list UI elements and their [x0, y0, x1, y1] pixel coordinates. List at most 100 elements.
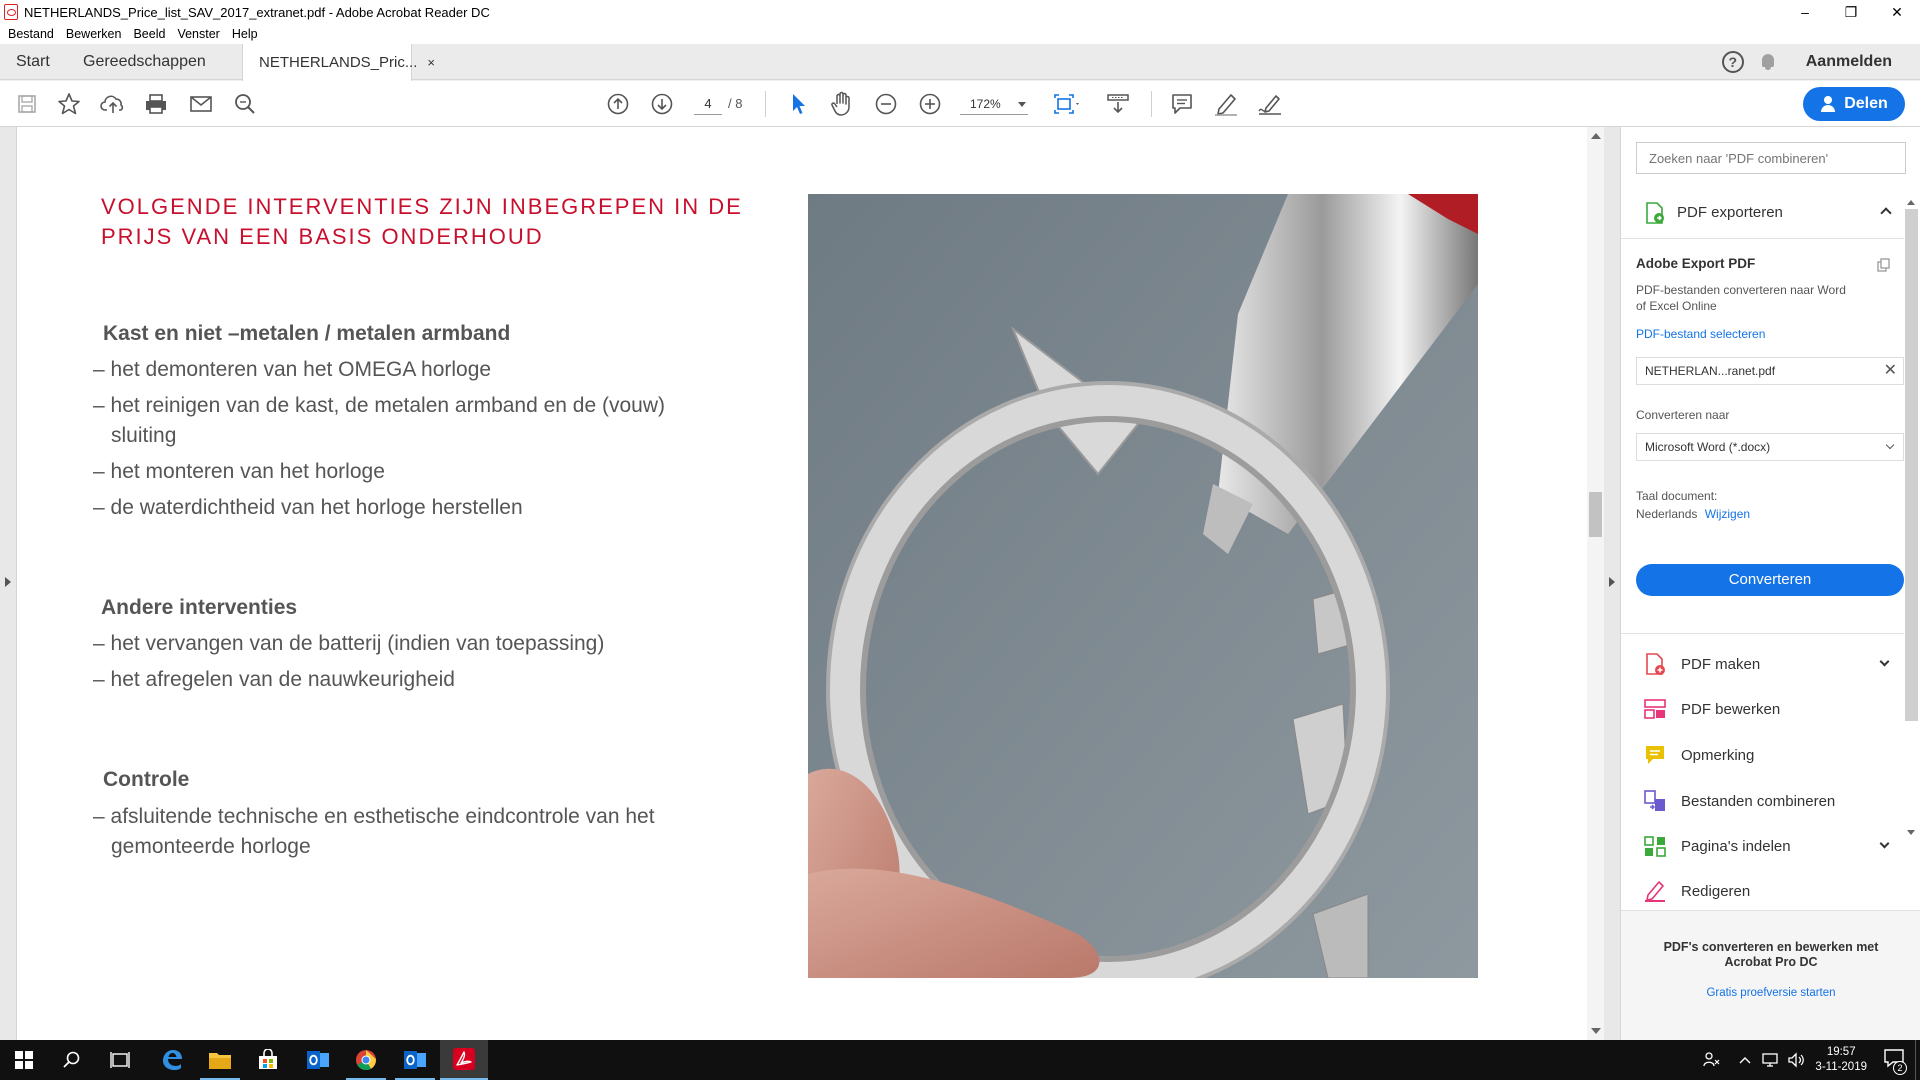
free-trial-link[interactable]: Gratis proefversie starten [1641, 987, 1901, 999]
show-desktop-button[interactable] [1915, 1040, 1920, 1080]
export-pdf-header[interactable]: PDF exporteren [1621, 187, 1904, 239]
scroll-down-icon[interactable] [1591, 1028, 1601, 1034]
bookmark-star-icon[interactable] [54, 81, 84, 127]
change-language-link[interactable]: Wijzigen [1705, 507, 1750, 521]
scroll-mode-icon[interactable] [1101, 81, 1135, 127]
menu-help[interactable]: Help [232, 27, 258, 41]
redact-icon [1645, 881, 1665, 902]
comment-icon[interactable] [1167, 81, 1197, 127]
list-item: – de waterdichtheid van het horloge hers… [93, 496, 523, 519]
tab-tools[interactable]: Gereedschappen [83, 44, 206, 80]
menu-file[interactable]: Bestand [8, 27, 54, 41]
tools-pane-scrollbar[interactable] [1904, 197, 1919, 837]
previous-page-icon[interactable] [603, 81, 633, 127]
chevron-up-icon[interactable] [1739, 1055, 1751, 1065]
outlook-icon[interactable] [294, 1040, 342, 1080]
left-pane-toggle[interactable] [0, 127, 16, 1040]
windows-taskbar: 19:57 3-11-2019 2 [0, 1040, 1920, 1080]
clear-file-icon[interactable]: ✕ [1884, 358, 1897, 384]
scrollbar-thumb[interactable] [1905, 209, 1918, 721]
export-pdf-icon [1646, 201, 1664, 224]
menu-edit[interactable]: Bewerken [66, 27, 122, 41]
scrollbar-thumb[interactable] [1589, 492, 1602, 537]
people-icon[interactable] [1703, 1051, 1721, 1069]
save-icon[interactable] [12, 81, 42, 127]
export-description: of Excel Online [1636, 299, 1717, 313]
file-explorer-icon[interactable] [196, 1040, 244, 1080]
select-file-link[interactable]: PDF-bestand selecteren [1636, 327, 1765, 341]
right-pane-toggle[interactable] [1604, 127, 1620, 1040]
zoom-in-icon[interactable] [915, 81, 945, 127]
tool-organize-pages[interactable]: Pagina's indelen [1621, 828, 1904, 864]
copy-icon[interactable] [1877, 258, 1891, 277]
tools-search-input[interactable] [1636, 142, 1906, 174]
zoom-out-icon[interactable] [871, 81, 901, 127]
store-icon[interactable] [244, 1040, 292, 1080]
acrobat-taskbar-icon[interactable] [440, 1040, 488, 1080]
zoom-level-select[interactable]: 172% [960, 93, 1028, 115]
maximize-button[interactable]: ❐ [1828, 0, 1874, 24]
tool-label: Bestanden combineren [1681, 792, 1836, 810]
page-fit-icon[interactable] [1050, 81, 1084, 127]
toolbar-divider [1151, 91, 1152, 117]
export-title: Adobe Export PDF [1636, 256, 1756, 271]
share-button-label: Delen [1844, 95, 1888, 112]
menu-view[interactable]: Beeld [133, 27, 165, 41]
page-number-input[interactable]: 4 [694, 93, 722, 115]
network-icon[interactable] [1761, 1052, 1779, 1068]
help-icon[interactable]: ? [1721, 51, 1744, 73]
action-center-icon[interactable]: 2 [1883, 1048, 1907, 1075]
convert-format-select[interactable]: Microsoft Word (*.docx) [1636, 433, 1904, 461]
taskbar-clock[interactable]: 19:57 3-11-2019 [1815, 1045, 1867, 1075]
tool-label: Opmerking [1681, 746, 1755, 764]
document-scrollbar[interactable] [1587, 127, 1604, 1040]
outlook-running-icon[interactable] [391, 1040, 439, 1080]
select-cursor-icon[interactable] [783, 81, 813, 127]
scroll-up-icon[interactable] [1591, 133, 1601, 139]
notification-bell-icon[interactable] [1760, 53, 1776, 71]
convert-button[interactable]: Converteren [1636, 564, 1904, 596]
highlight-pen-icon[interactable] [1211, 81, 1241, 127]
close-window-button[interactable]: ✕ [1874, 0, 1920, 24]
tab-close-icon[interactable]: × [427, 55, 435, 70]
tool-edit-pdf[interactable]: PDF bewerken [1621, 691, 1904, 727]
tool-comment[interactable]: Opmerking [1621, 737, 1904, 773]
tool-combine-files[interactable]: Bestanden combineren [1621, 783, 1904, 819]
search-icon[interactable] [230, 81, 260, 127]
print-icon[interactable] [141, 81, 171, 127]
share-button[interactable]: Delen [1803, 87, 1905, 121]
windows-start-icon[interactable] [0, 1040, 48, 1080]
edge-browser-icon[interactable] [148, 1040, 196, 1080]
tool-create-pdf[interactable]: PDF maken [1621, 646, 1904, 682]
selected-file-name: NETHERLAN...ranet.pdf [1645, 364, 1776, 378]
chevron-down-icon [1018, 102, 1026, 107]
sign-icon[interactable] [1255, 81, 1285, 127]
next-page-icon[interactable] [647, 81, 677, 127]
tab-document[interactable]: NETHERLANDS_Pric... × [242, 44, 435, 81]
minimize-button[interactable]: – [1782, 0, 1828, 24]
chevron-right-icon [5, 577, 11, 587]
email-icon[interactable] [186, 81, 216, 127]
signin-button[interactable]: Aanmelden [1806, 53, 1892, 71]
chevron-up-icon [1880, 207, 1892, 219]
task-view-icon[interactable] [96, 1040, 144, 1080]
edit-pdf-icon [1644, 699, 1666, 719]
chevron-down-icon[interactable] [1879, 838, 1890, 849]
promo-title: PDF's converteren en bewerken met Acroba… [1663, 940, 1879, 969]
taskbar-search-icon[interactable] [48, 1040, 96, 1080]
scroll-up-icon[interactable] [1907, 200, 1915, 205]
tool-redact[interactable]: Redigeren [1621, 873, 1904, 909]
hand-tool-icon[interactable] [827, 81, 857, 127]
cloud-upload-icon[interactable] [98, 81, 128, 127]
chevron-down-icon[interactable] [1879, 656, 1890, 667]
chevron-down-icon [1885, 440, 1895, 450]
language-value: Nederlands [1636, 507, 1698, 521]
comment-icon [1646, 746, 1664, 764]
scroll-down-icon[interactable] [1907, 830, 1915, 835]
chrome-icon[interactable] [342, 1040, 390, 1080]
main-toolbar: 4 / 8 172% Delen [0, 81, 1920, 127]
menu-window[interactable]: Venster [177, 27, 219, 41]
tab-start[interactable]: Start [16, 44, 50, 80]
volume-icon[interactable] [1787, 1052, 1805, 1068]
title-bar: NETHERLANDS_Price_list_SAV_2017_extranet… [0, 0, 1920, 24]
